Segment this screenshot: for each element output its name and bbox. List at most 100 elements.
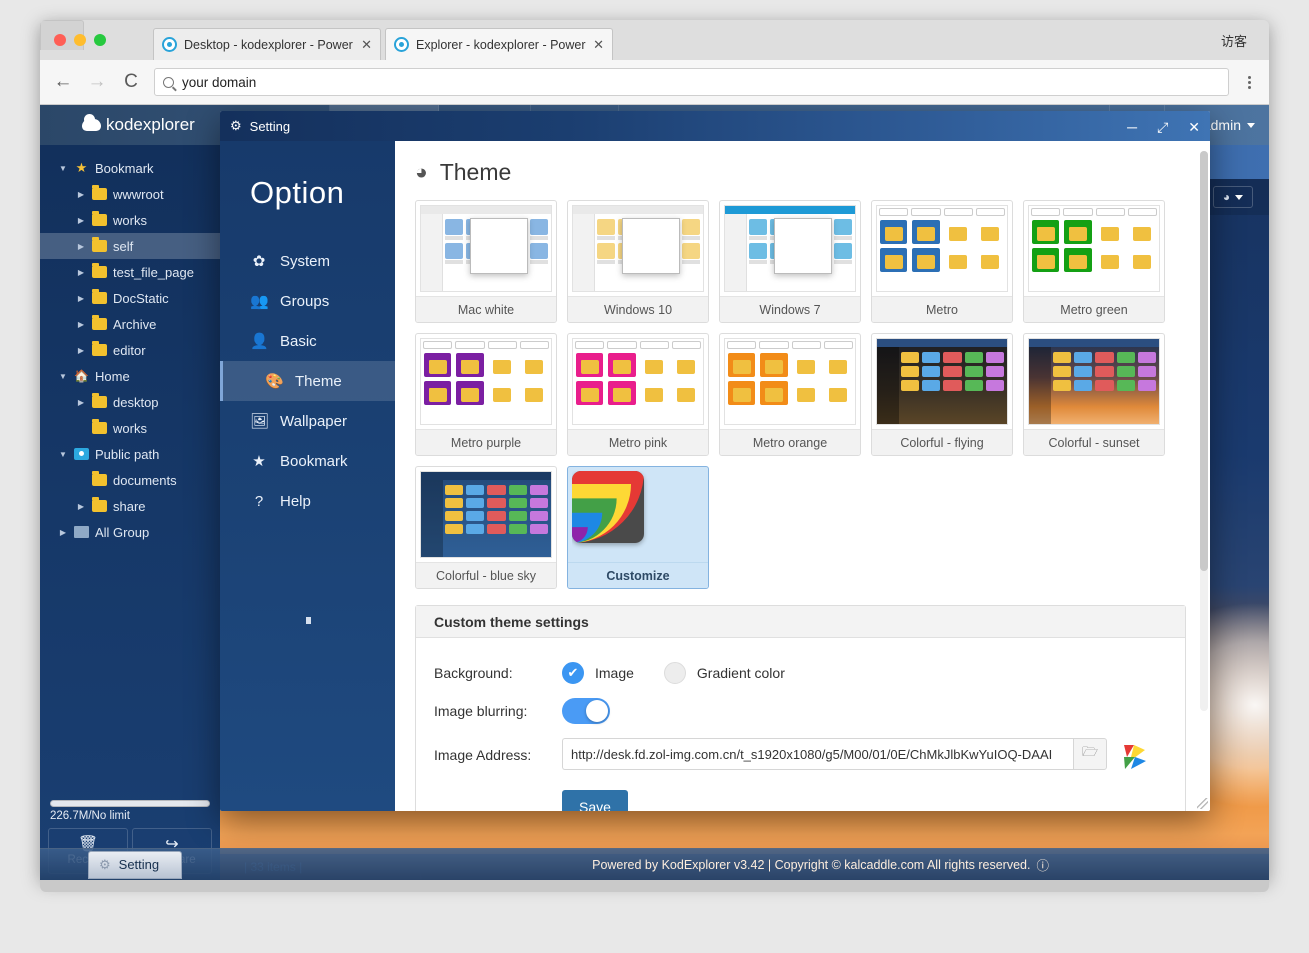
tree-node-self[interactable]: ▶ self	[40, 233, 220, 259]
dialog-resize-handle[interactable]	[1197, 798, 1208, 809]
tree-node-label: share	[113, 498, 146, 514]
tree-node-label: test_file_page	[113, 264, 194, 280]
image-address-input[interactable]: http://desk.fd.zol-img.com.cn/t_s1920x10…	[562, 738, 1073, 771]
theme-thumbnail	[876, 205, 1008, 293]
theme-card-metro-orange[interactable]: Metro orange	[719, 333, 861, 457]
option-item-label: Theme	[295, 372, 342, 390]
theme-card-windows-10[interactable]: Windows 10	[567, 200, 709, 324]
theme-card-metro[interactable]: Metro	[871, 200, 1013, 324]
chevron-icon[interactable]: ▶	[76, 502, 86, 511]
tree-node-share[interactable]: ▶ share	[40, 493, 220, 519]
radio-gradient-input[interactable]	[663, 662, 686, 685]
tree-node-desktop[interactable]: ▶ desktop	[40, 389, 220, 415]
home-icon: 🏠	[74, 369, 89, 383]
sidebar-tree: ▼ ★ Bookmark ▶ wwwroot ▶ works ▶ self ▶ test_file_…	[40, 145, 220, 880]
browser-tab-desktop[interactable]: Desktop - kodexplorer - Power ✕	[153, 28, 381, 60]
option-item-basic[interactable]: 👤 Basic	[220, 321, 395, 361]
theme-thumbnail	[572, 471, 704, 558]
chevron-icon[interactable]: ▶	[76, 268, 86, 277]
browser-menu-icon[interactable]	[1241, 75, 1257, 89]
chevron-icon[interactable]: ▶	[76, 398, 86, 407]
footer: Powered by KodExplorer v3.42 | Copyright…	[592, 855, 1049, 874]
theme-card-metro-pink[interactable]: Metro pink	[567, 333, 709, 457]
chevron-icon[interactable]: ▼	[58, 372, 68, 381]
chevron-icon[interactable]: ▶	[76, 346, 86, 355]
zoom-window-button[interactable]	[94, 34, 106, 46]
chevron-icon[interactable]: ▶	[76, 294, 86, 303]
theme-panel: ◕ Theme Mac white Windows 10 Windows 7 Metr…	[395, 141, 1210, 811]
radio-image[interactable]: ✔ Image	[562, 662, 634, 685]
app-logo[interactable]: kodexplorer	[40, 105, 221, 145]
theme-card-windows-7[interactable]: Windows 7	[719, 200, 861, 324]
close-icon[interactable]: ✕	[593, 37, 604, 53]
maximize-icon[interactable]: ⤢	[1157, 119, 1168, 136]
close-icon[interactable]: ✕	[1188, 119, 1200, 136]
option-item-groups[interactable]: 👥 Groups	[220, 281, 395, 321]
tree-node-docstatic[interactable]: ▶ DocStatic	[40, 285, 220, 311]
browser-tabstrip: Desktop - kodexplorer - Power ✕ Explorer…	[40, 20, 1269, 60]
theme-card-customize[interactable]: Customize	[567, 466, 709, 590]
chevron-icon[interactable]: ▼	[58, 450, 68, 459]
option-item-wallpaper[interactable]: 🖼 Wallpaper	[220, 401, 395, 441]
image-blur-toggle[interactable]	[562, 698, 610, 725]
close-icon[interactable]: ✕	[361, 37, 372, 53]
theme-card-label: Metro green	[1024, 296, 1164, 323]
tree-node-label: DocStatic	[113, 290, 169, 306]
chevron-icon[interactable]: ▶	[58, 528, 68, 537]
back-icon[interactable]: ←	[52, 71, 74, 93]
tree-node-works[interactable]: ▶ works	[40, 207, 220, 233]
tree-node-editor[interactable]: ▶ editor	[40, 337, 220, 363]
folder-icon	[92, 263, 107, 278]
tree-node-wwwroot[interactable]: ▶ wwwroot	[40, 181, 220, 207]
minimize-window-button[interactable]	[74, 34, 86, 46]
option-item-system[interactable]: ✿ System	[220, 241, 395, 281]
info-icon[interactable]: ⓘ	[1036, 855, 1049, 874]
tree-node-home[interactable]: ▼ 🏠 Home	[40, 363, 220, 389]
option-item-theme[interactable]: 🎨 Theme	[220, 361, 395, 402]
browser-tab-explorer[interactable]: Explorer - kodexplorer - Power ✕	[385, 28, 613, 60]
browse-folder-button[interactable]: 🗁	[1073, 738, 1107, 771]
minimize-icon[interactable]: ─	[1127, 119, 1137, 135]
tree-node-test-file-page[interactable]: ▶ test_file_page	[40, 259, 220, 285]
tree-node-label: works	[113, 420, 147, 436]
footer-text: Powered by KodExplorer v3.42 | Copyright…	[592, 857, 1031, 872]
theme-preview	[1029, 339, 1159, 425]
theme-card-metro-purple[interactable]: Metro purple	[415, 333, 557, 457]
chevron-icon[interactable]: ▶	[76, 242, 86, 251]
dialog-scrollbar[interactable]	[1200, 151, 1208, 711]
option-item-bookmark[interactable]: ★ Bookmark	[220, 441, 395, 481]
theme-card-mac-white[interactable]: Mac white	[415, 200, 557, 324]
save-button[interactable]: Save	[562, 790, 628, 811]
theme-preview	[573, 339, 703, 424]
palette-icon: ◕	[415, 160, 428, 184]
theme-thumbnail	[572, 338, 704, 426]
chevron-icon[interactable]: ▶	[76, 190, 86, 199]
tree-node-archive[interactable]: ▶ Archive	[40, 311, 220, 337]
address-bar-value: your domain	[182, 74, 257, 90]
forward-icon[interactable]: →	[86, 71, 108, 93]
option-item-help[interactable]: ? Help	[220, 481, 395, 521]
address-bar[interactable]: your domain	[154, 68, 1229, 96]
dialog-titlebar[interactable]: ⚙ Setting ─ ⤢ ✕	[220, 111, 1210, 142]
theme-card-metro-green[interactable]: Metro green	[1023, 200, 1165, 324]
tree-node-works[interactable]: works	[40, 415, 220, 441]
theme-card-colorful-flying[interactable]: Colorful - flying	[871, 333, 1013, 457]
chevron-icon[interactable]: ▼	[58, 164, 68, 173]
radio-gradient[interactable]: Gradient color	[663, 662, 785, 685]
taskbar-item-setting[interactable]: ⚙ Setting	[88, 850, 183, 879]
theme-card-colorful-blue-sky[interactable]: Colorful - blue sky	[415, 466, 557, 590]
reload-icon[interactable]: C	[120, 71, 142, 93]
tree-nodes: ▼ ★ Bookmark ▶ wwwroot ▶ works ▶ self ▶ test_file_…	[40, 155, 220, 545]
tree-node-bookmark[interactable]: ▼ ★ Bookmark	[40, 155, 220, 181]
tree-node-public-path[interactable]: ▼ Public path	[40, 441, 220, 467]
theme-thumbnail	[420, 205, 552, 293]
tree-node-all-group[interactable]: ▶ All Group	[40, 519, 220, 545]
tree-node-documents[interactable]: documents	[40, 467, 220, 493]
theme-card-colorful-sunset[interactable]: Colorful - sunset	[1023, 333, 1165, 457]
chevron-icon[interactable]: ▶	[76, 320, 86, 329]
chevron-icon[interactable]: ▶	[76, 216, 86, 225]
view-theme-button[interactable]: ◕	[1213, 186, 1253, 208]
close-window-button[interactable]	[54, 34, 66, 46]
option-list: ✿ System 👥 Groups 👤 Basic 🎨 Theme 🖼 Wallpaper ★ Boo…	[220, 241, 395, 521]
radio-image-input[interactable]: ✔	[562, 662, 584, 685]
